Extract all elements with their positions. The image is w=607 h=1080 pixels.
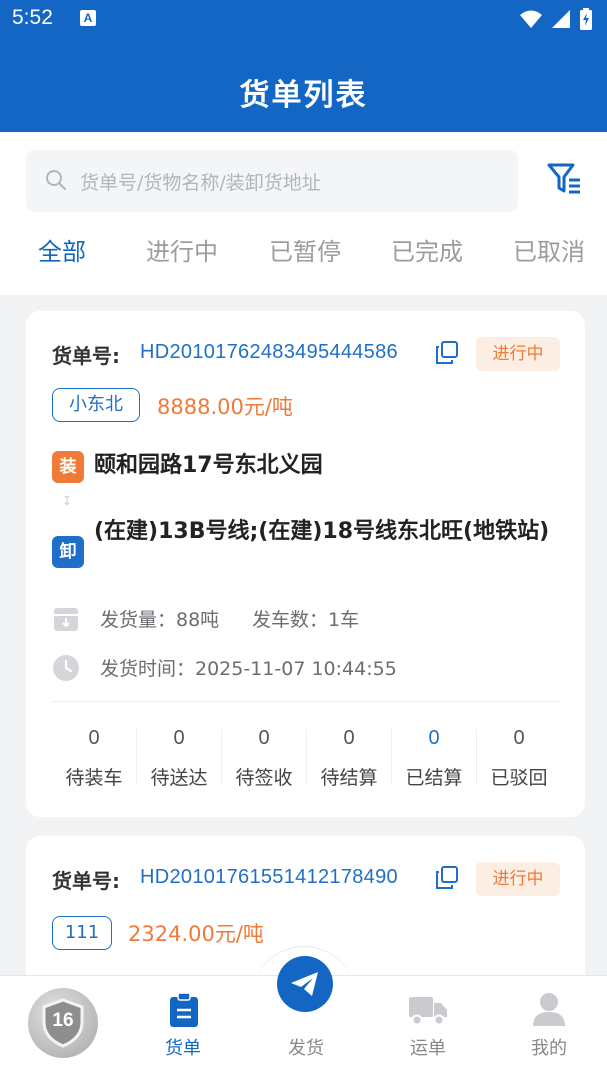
box-icon — [54, 608, 78, 631]
tab-completed[interactable]: 已完成 — [391, 232, 463, 267]
nav-label: 发货 — [288, 1038, 324, 1059]
truck-count-text: 发车数：1车 — [252, 609, 360, 631]
stat-label: 已结算 — [405, 767, 463, 789]
status-badge: 进行中 — [476, 337, 560, 371]
level-number: 16 — [52, 1010, 74, 1031]
stat-rejected[interactable]: 0 已驳回 — [477, 723, 561, 790]
system-icons — [519, 8, 593, 30]
send-icon — [291, 972, 318, 996]
user-icon — [533, 993, 565, 1026]
divider — [52, 701, 560, 702]
filter-icon[interactable] — [546, 160, 584, 198]
signal-icon — [552, 10, 570, 28]
battery-icon — [580, 8, 592, 30]
stat-label: 待签收 — [235, 767, 293, 789]
ship-time-text: 发货时间：2025-11-07 10:44:55 — [100, 658, 397, 680]
wifi-icon — [520, 10, 542, 28]
shield-badge[interactable]: 16 — [28, 988, 98, 1058]
stat-pending-settle[interactable]: 0 待结算 — [307, 723, 391, 790]
stat-pending-sign[interactable]: 0 待签收 — [222, 723, 306, 790]
load-badge: 装 — [52, 451, 84, 483]
load-address: 颐和园路17号东北义园 — [94, 453, 323, 478]
order-number: HD20101762483495444586 — [140, 341, 398, 363]
ship-button[interactable] — [277, 956, 333, 1012]
clock-icon — [53, 655, 79, 681]
notification-icon: A — [80, 10, 96, 26]
volume-row: 发货量：88吨 发车数：1车 — [52, 605, 552, 635]
stat-label: 已驳回 — [490, 767, 548, 789]
order-number: HD20101761551412178490 — [140, 866, 398, 888]
stat-value: 0 — [343, 727, 355, 749]
stat-label: 待结算 — [320, 767, 378, 789]
stat-pending-delivery[interactable]: 0 待送达 — [137, 723, 221, 790]
status-tabs: 全部 进行中 已暂停 已完成 已取消 — [0, 232, 607, 276]
volume-text: 发货量：88吨 — [100, 609, 220, 631]
unit-price: 2324.00元/吨 — [128, 922, 264, 946]
tab-cancelled[interactable]: 已取消 — [513, 232, 585, 267]
route-arrow-icon: ↧ — [62, 494, 73, 508]
search-tabs-panel: 货单号/货物名称/装卸货地址 全部 进行中 已暂停 已完成 已取消 — [0, 132, 607, 295]
nav-label: 我的 — [531, 1038, 567, 1059]
stat-settled[interactable]: 0 已结算 — [392, 723, 476, 790]
stat-value: 0 — [88, 727, 100, 749]
nav-label: 运单 — [410, 1038, 446, 1059]
copy-icon[interactable] — [434, 340, 460, 366]
status-bar: 5:52 A — [0, 0, 607, 38]
time-row: 发货时间：2025-11-07 10:44:55 — [52, 654, 552, 684]
tab-in-progress[interactable]: 进行中 — [146, 232, 218, 267]
status-time: 5:52 — [12, 6, 53, 29]
copy-icon[interactable] — [434, 865, 460, 891]
customer-tag: 111 — [52, 916, 112, 950]
search-icon — [46, 170, 66, 190]
page-title: 货单列表 — [239, 78, 368, 113]
unload-address: (在建)13B号线;(在建)18号线东北旺(地铁站) — [94, 519, 550, 544]
order-card[interactable]: 货单号: HD20101762483495444586 进行中 小东北 8888… — [26, 311, 585, 817]
search-input[interactable]: 货单号/货物名称/装卸货地址 — [26, 150, 518, 212]
order-number-label: 货单号: — [52, 344, 120, 368]
truck-icon — [409, 997, 447, 1026]
stat-value: 0 — [258, 727, 270, 749]
stat-value: 0 — [513, 727, 525, 749]
order-number-label: 货单号: — [52, 869, 120, 893]
waybill-stats: 0 待装车 0 待送达 0 待签收 0 待结算 0 已结算 0 已驳回 — [52, 723, 560, 793]
stat-pending-load[interactable]: 0 待装车 — [52, 723, 136, 790]
search-placeholder: 货单号/货物名称/装卸货地址 — [80, 172, 321, 194]
status-badge: 进行中 — [476, 862, 560, 896]
stat-value: 0 — [428, 727, 440, 749]
clipboard-icon — [170, 992, 198, 1027]
unit-price: 8888.00元/吨 — [157, 395, 293, 419]
stat-label: 待送达 — [150, 767, 208, 789]
stat-value: 0 — [173, 727, 185, 749]
customer-tag: 小东北 — [52, 388, 140, 422]
unload-badge: 卸 — [52, 536, 84, 568]
stat-label: 待装车 — [65, 767, 123, 789]
nav-label: 货单 — [165, 1038, 201, 1059]
app-header: 5:52 A 货单列表 — [0, 0, 607, 132]
tab-paused[interactable]: 已暂停 — [269, 232, 341, 267]
tab-all[interactable]: 全部 — [38, 232, 86, 267]
